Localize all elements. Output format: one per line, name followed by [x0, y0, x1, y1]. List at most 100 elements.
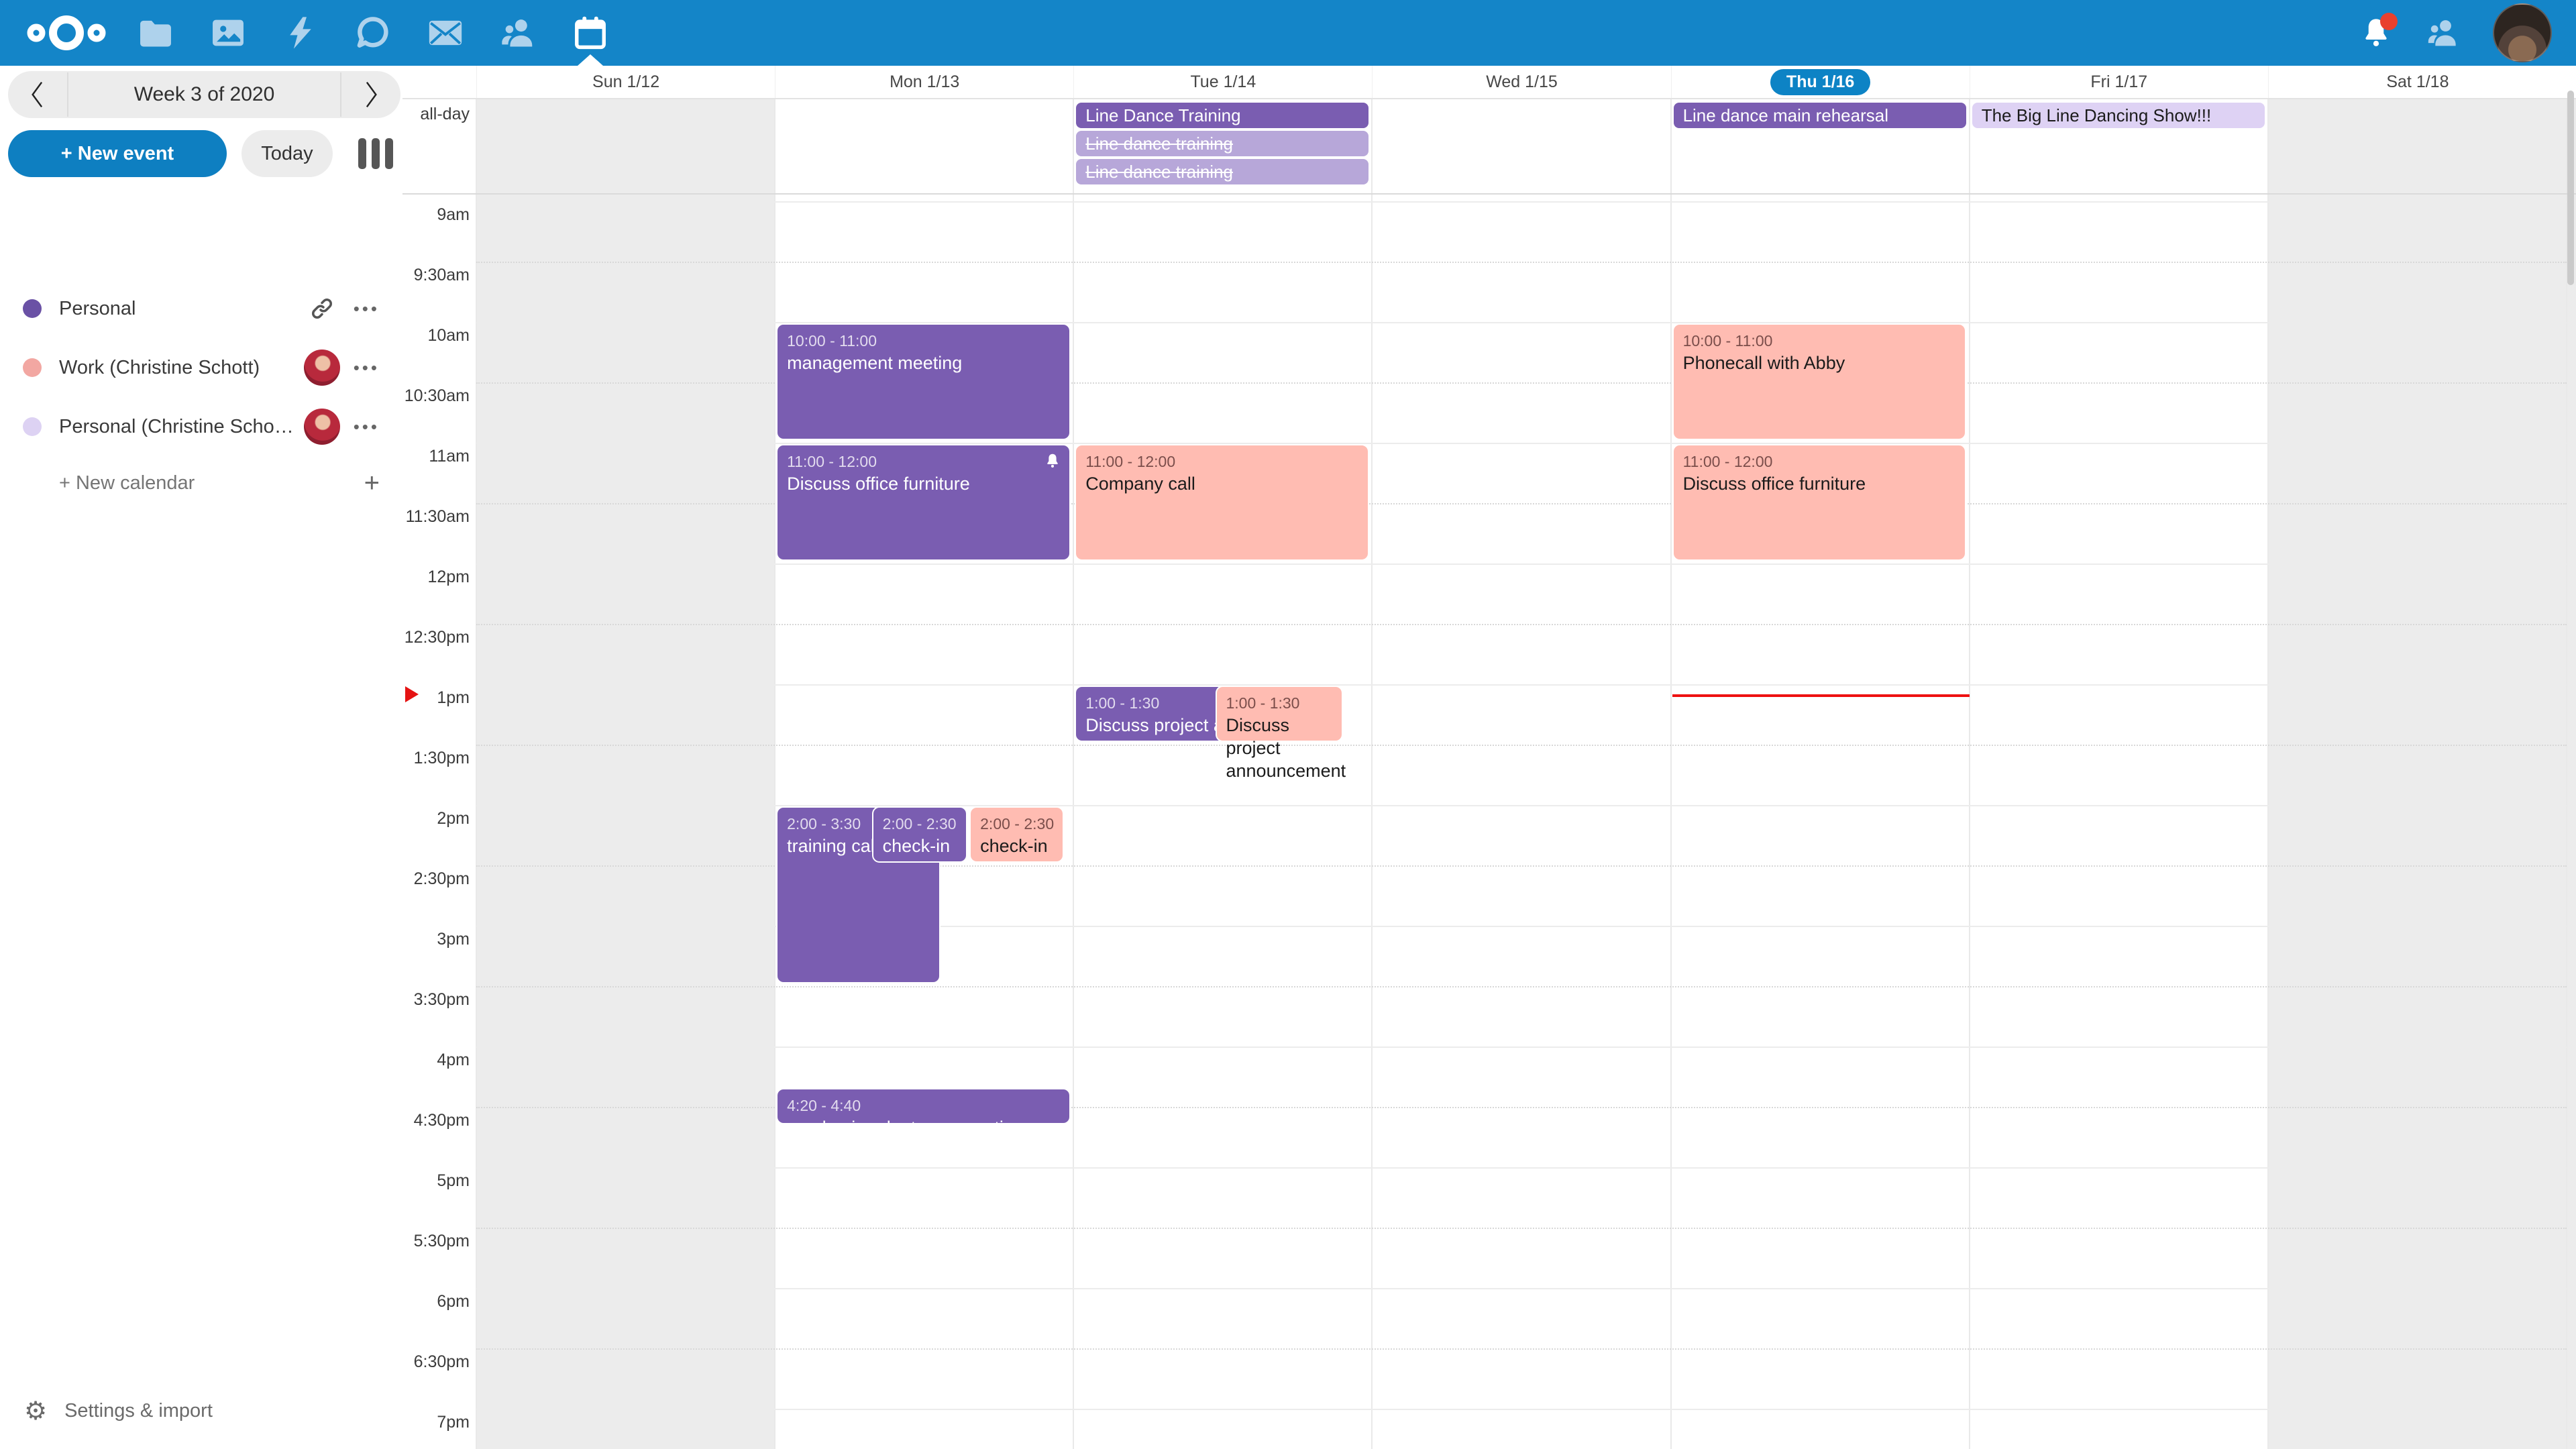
event[interactable]: 2:00 - 2:30check-in — [969, 806, 1064, 863]
event-title: purchasing dept conversation — [787, 1116, 1060, 1139]
event-time: 1:00 - 1:30 — [1226, 692, 1332, 714]
column-line — [476, 99, 477, 195]
gear-icon: ⚙ — [24, 1396, 47, 1426]
day-header-sat[interactable]: Sat 1/18 — [2268, 66, 2567, 98]
event-time: 10:00 - 11:00 — [1683, 330, 1956, 352]
grid-line — [476, 745, 2567, 746]
event-title: Phonecall with Abby — [1683, 352, 1956, 374]
allday-event[interactable]: Line Dance Training — [1076, 103, 1368, 128]
event-title: Discuss project announcement — [1226, 714, 1332, 782]
allday-event[interactable]: The Big Line Dancing Show!!! — [1972, 103, 2265, 128]
column-line — [774, 99, 775, 195]
activity-app-icon[interactable] — [279, 11, 322, 54]
settings-and-import[interactable]: ⚙ Settings & import — [0, 1390, 402, 1432]
plus-icon: + — [364, 468, 380, 498]
photos-app-icon[interactable] — [207, 11, 250, 54]
view-mode-toggle-icon[interactable] — [358, 138, 393, 169]
time-label: 5:30pm — [402, 1232, 470, 1251]
grid-line — [476, 564, 2567, 565]
calendar-actions-menu[interactable]: ••• — [354, 358, 380, 378]
nextcloud-logo[interactable] — [27, 12, 106, 54]
next-week-button[interactable] — [341, 71, 400, 118]
calendar-item-1[interactable]: Work (Christine Schott)••• — [0, 338, 402, 397]
day-header-fri[interactable]: Fri 1/17 — [1970, 66, 2268, 98]
time-label: 6:30pm — [402, 1352, 470, 1372]
time-label: 11am — [402, 447, 470, 466]
column-line — [2267, 99, 2269, 195]
event[interactable]: 10:00 - 11:00management meeting — [776, 323, 1071, 440]
day-header-row: Sun 1/12Mon 1/13Tue 1/14Wed 1/15Thu 1/16… — [402, 66, 2576, 99]
sidebar: Week 3 of 2020 + New event Today Persona… — [0, 66, 402, 1449]
mail-app-icon[interactable] — [424, 11, 467, 54]
calendar-actions-menu[interactable]: ••• — [354, 299, 380, 319]
allday-event[interactable]: Line dance training — [1076, 159, 1368, 184]
event-time: 2:00 - 2:30 — [883, 813, 957, 835]
app-launcher — [134, 11, 612, 54]
time-label: 12:30pm — [402, 628, 470, 647]
owner-avatar — [303, 348, 341, 387]
time-label: 9:30am — [402, 266, 470, 285]
contacts-app-icon[interactable] — [496, 11, 539, 54]
time-label: 6pm — [402, 1292, 470, 1311]
grid-line — [476, 624, 2567, 625]
calendar-list: Personal•••Work (Christine Schott)•••Per… — [0, 279, 402, 510]
time-grid: 10:00 - 11:00management meeting11:00 - 1… — [402, 195, 2576, 1449]
event-time: 10:00 - 11:00 — [787, 330, 1060, 352]
event[interactable]: 1:00 - 1:30Discuss project announcement — [1075, 686, 1236, 742]
allday-separator — [402, 193, 2576, 195]
calendar-week-view: Line Dance Training Line dance training Li… — [402, 66, 2576, 1449]
previous-week-button[interactable] — [8, 71, 67, 118]
allday-event[interactable]: Line dance main rehearsal — [1674, 103, 1966, 128]
week-range-label[interactable]: Week 3 of 2020 — [67, 72, 341, 117]
time-label: 5pm — [402, 1171, 470, 1191]
vertical-scrollbar-thumb[interactable] — [2567, 91, 2574, 285]
weekend-shading — [2268, 99, 2576, 195]
notifications-bell-icon[interactable] — [2359, 15, 2394, 50]
time-label: 4:30pm — [402, 1111, 470, 1130]
talk-app-icon[interactable] — [352, 11, 394, 54]
event-title: Company call — [1085, 472, 1358, 495]
calendar-item-2[interactable]: Personal (Christine Scho…••• — [0, 397, 402, 456]
grid-line — [476, 1348, 2567, 1350]
allday-section: Line Dance Training Line dance training Li… — [402, 99, 2576, 195]
files-app-icon[interactable] — [134, 11, 177, 54]
calendar-app-icon[interactable] — [569, 11, 612, 54]
time-label: 3pm — [402, 930, 470, 949]
event[interactable]: 4:20 - 4:40purchasing dept conversation — [776, 1088, 1071, 1124]
new-event-button[interactable]: + New event — [8, 130, 227, 177]
owner-avatar — [303, 407, 341, 446]
calendar-actions-menu[interactable]: ••• — [354, 417, 380, 437]
event[interactable]: 1:00 - 1:30Discuss project announcement — [1216, 686, 1343, 742]
event[interactable]: 11:00 - 12:00Company call — [1075, 444, 1369, 561]
event[interactable]: 2:00 - 2:30check-in — [872, 806, 967, 863]
reminder-bell-icon — [1044, 452, 1061, 470]
event[interactable]: 11:00 - 12:00Discuss office furniture — [776, 444, 1071, 561]
day-header-sun[interactable]: Sun 1/12 — [476, 66, 775, 98]
contacts-menu-icon[interactable] — [2424, 14, 2462, 52]
time-label: 10:30am — [402, 386, 470, 406]
event-title: management meeting — [787, 352, 1060, 374]
share-link-icon[interactable] — [303, 289, 341, 328]
allday-event[interactable]: Line dance training — [1076, 131, 1368, 156]
day-header-tue[interactable]: Tue 1/14 — [1073, 66, 1372, 98]
allday-label: all-day — [402, 105, 470, 124]
calendar-item-0[interactable]: Personal ••• — [0, 279, 402, 338]
calendar-color-dot[interactable] — [23, 299, 42, 318]
grid-line — [476, 1409, 2567, 1410]
day-header-mon[interactable]: Mon 1/13 — [775, 66, 1073, 98]
event[interactable]: 11:00 - 12:00Discuss office furniture — [1672, 444, 1967, 561]
event[interactable]: 10:00 - 11:00Phonecall with Abby — [1672, 323, 1967, 440]
user-avatar[interactable] — [2493, 3, 2552, 62]
new-calendar-button[interactable]: + New calendar+ — [0, 456, 402, 510]
calendar-color-dot[interactable] — [23, 417, 42, 436]
day-header-wed[interactable]: Wed 1/15 — [1372, 66, 1670, 98]
calendar-name: Personal — [59, 298, 303, 320]
day-header-thu[interactable]: Thu 1/16 — [1671, 66, 1970, 98]
active-app-notch — [578, 54, 603, 66]
grid-line — [476, 684, 2567, 686]
time-label: 11:30am — [402, 507, 470, 527]
time-label: 9am — [402, 205, 470, 225]
today-button[interactable]: Today — [241, 130, 333, 177]
event-title: Discuss office furniture — [1683, 472, 1956, 495]
calendar-color-dot[interactable] — [23, 358, 42, 377]
